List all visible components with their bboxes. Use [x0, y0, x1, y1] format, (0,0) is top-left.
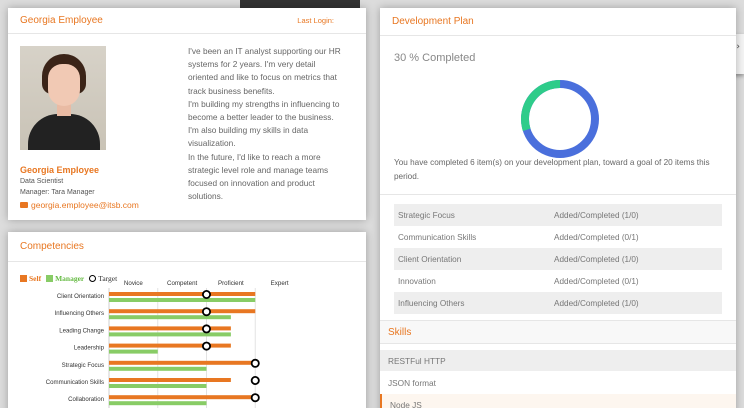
plan-row[interactable]: Influencing Others Added/Completed (1/0) — [394, 292, 722, 314]
plan-row[interactable]: Innovation Added/Completed (0/1) — [394, 270, 722, 292]
bio-line: I'm also building my skills in data — [188, 125, 309, 136]
manager-bar — [109, 315, 231, 320]
target-marker — [250, 376, 260, 386]
development-plan-card: Development Plan 30 % Completed You have… — [380, 8, 736, 408]
skill-item[interactable]: RESTFul HTTP — [380, 350, 736, 371]
manager-bar — [109, 332, 231, 337]
profile-header: Georgia Employee Last Login: — [8, 8, 366, 34]
self-bar — [109, 309, 256, 314]
target-marker — [201, 307, 211, 317]
competencies-header: Competencies — [8, 232, 366, 262]
plan-row-name: Innovation — [398, 276, 436, 286]
plan-row[interactable]: Communication Skills Added/Completed (0/… — [394, 226, 722, 248]
self-bar — [109, 343, 231, 348]
email-link[interactable]: georgia.employee@itsb.com — [20, 200, 139, 210]
manager-bar — [109, 401, 207, 406]
manager-bar — [109, 298, 256, 302]
profile-bio: I've been an IT analyst supporting our H… — [188, 45, 360, 203]
bio-line: oriented and like to focus on metrics th… — [188, 72, 337, 83]
profile-card: Georgia Employee Last Login: Georgia Emp… — [8, 8, 366, 220]
bio-line: I'm building my strengths in influencing… — [188, 98, 340, 109]
bio-line: I've been an IT analyst supporting our H… — [188, 46, 341, 56]
category-label: Collaboration — [68, 396, 104, 403]
donut-completed — [521, 80, 599, 158]
dev-plan-header: Development Plan — [380, 8, 736, 36]
plan-row-name: Client Orientation — [398, 254, 462, 264]
plan-row-status: Added/Completed (0/1) — [554, 232, 639, 242]
progress-donut — [521, 80, 599, 158]
level-label: Expert — [271, 280, 289, 287]
bio-line: track business benefits. — [188, 85, 275, 96]
percent-completed: 30 % Completed — [394, 52, 476, 64]
bio-line: become a better leader to the business. — [188, 112, 334, 123]
bio-line: strategic level role and manage teams — [188, 164, 329, 175]
employee-name: Georgia Employee — [20, 165, 100, 175]
plan-row-status: Added/Completed (1/0) — [554, 210, 639, 220]
plan-row[interactable]: Strategic Focus Added/Completed (1/0) — [394, 204, 722, 226]
self-bar — [109, 326, 231, 331]
category-label: Leading Change — [59, 327, 104, 334]
manager-bar — [109, 384, 207, 388]
skill-item[interactable]: JSON format — [380, 372, 736, 393]
plan-row[interactable]: Client Orientation Added/Completed (1/0) — [394, 248, 722, 270]
target-marker — [201, 289, 211, 299]
competencies-card: Competencies Self Manager Target Novice C… — [8, 232, 366, 408]
competency-chart: Novice Competent Proficient Expert Client Or… — [46, 280, 289, 408]
category-label: Client Orientation — [57, 293, 104, 300]
target-marker — [201, 324, 211, 334]
level-label: Novice — [124, 280, 143, 287]
skills-title: Skills — [388, 326, 412, 338]
category-label: Influencing Others — [55, 310, 104, 317]
plan-row-name: Strategic Focus — [398, 210, 455, 220]
self-bar — [109, 292, 256, 296]
level-label: Proficient — [218, 280, 244, 287]
plan-row-name: Influencing Others — [398, 298, 465, 308]
envelope-icon — [20, 202, 28, 208]
email-text[interactable]: georgia.employee@itsb.com — [31, 200, 139, 210]
bio-line: focused on innovation and product — [188, 178, 315, 189]
self-bar — [109, 395, 256, 400]
skill-item[interactable]: Node JS — [380, 394, 736, 408]
dev-plan-title: Development Plan — [392, 16, 474, 27]
target-marker — [201, 341, 211, 351]
last-login-label: Last Login: — [297, 16, 334, 25]
plan-row-status: Added/Completed (1/0) — [554, 298, 639, 308]
self-bar — [109, 378, 231, 382]
bio-line: solutions. — [188, 191, 224, 202]
level-label: Competent — [167, 280, 198, 287]
chevron-right-icon: › — [736, 42, 740, 52]
category-label: Leadership — [74, 345, 105, 352]
manager-bar — [109, 366, 207, 371]
divider — [380, 194, 736, 195]
category-label: Communication Skills — [46, 379, 104, 386]
self-bar — [109, 360, 256, 365]
profile-header-name: Georgia Employee — [20, 15, 103, 26]
employee-manager: Manager: Tara Manager — [20, 189, 95, 196]
target-marker — [250, 393, 260, 403]
skills-header: Skills — [380, 320, 736, 344]
category-label: Strategic Focus — [62, 362, 104, 369]
plan-row-status: Added/Completed (0/1) — [554, 276, 639, 286]
profile-photo — [20, 46, 106, 150]
plan-row-status: Added/Completed (1/0) — [554, 254, 639, 264]
bio-line: systems for 2 years. I'm very detail — [188, 59, 316, 70]
dev-plan-message: You have completed 6 item(s) on your dev… — [394, 158, 710, 181]
bio-line: visualization. — [188, 138, 236, 149]
plan-row-name: Communication Skills — [398, 232, 477, 242]
manager-bar — [109, 349, 158, 354]
target-marker — [250, 358, 260, 368]
competencies-title: Competencies — [20, 241, 84, 252]
employee-title: Data Scientist — [20, 178, 64, 185]
bio-line: In the future, I'd like to reach a more — [188, 151, 321, 162]
